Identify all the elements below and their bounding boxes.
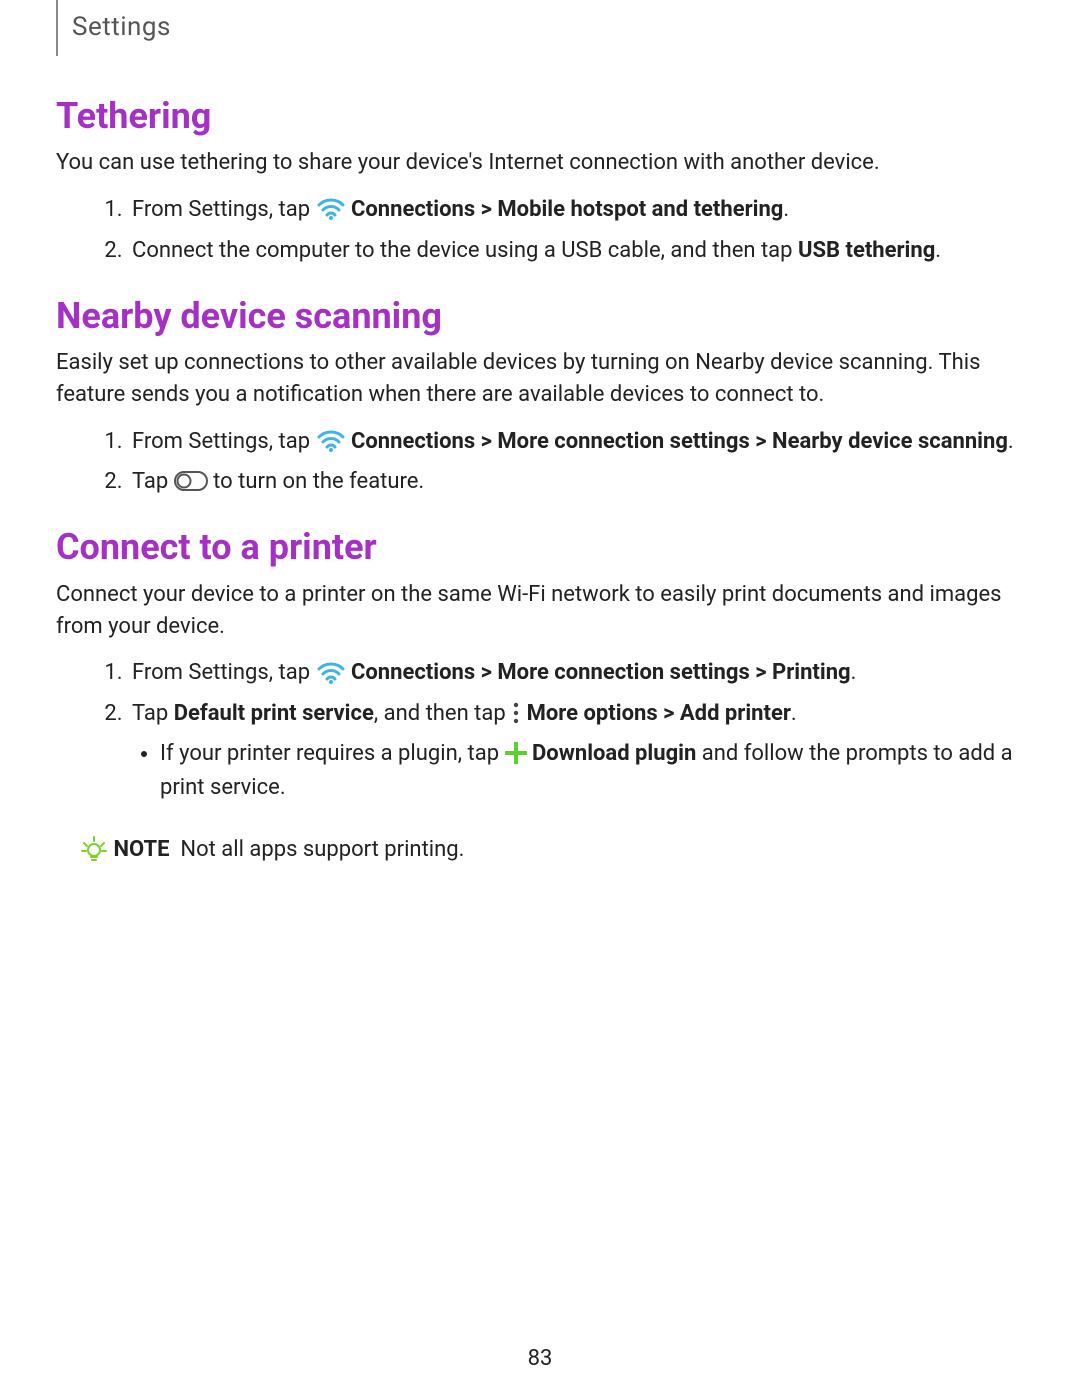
note-label: NOTE: [113, 837, 169, 862]
more-options-icon: [511, 697, 521, 731]
wifi-icon: [316, 193, 346, 227]
step-suffix: .: [851, 660, 857, 685]
section-title-nearby: Nearby device scanning: [56, 296, 1024, 337]
sub-bold: Download plugin: [532, 741, 696, 766]
step-suffix: to turn on the feature.: [213, 469, 424, 494]
list-item: From Settings, tap Connections > Mobile …: [128, 193, 1024, 227]
step-bold: More options > Add printer: [527, 701, 791, 726]
list-item: Tap Default print service, and then tap …: [128, 697, 1024, 806]
lightbulb-icon: [80, 834, 108, 867]
breadcrumb-bar: Settings: [56, 0, 1024, 56]
step-text: From Settings, tap: [132, 660, 316, 685]
toggle-off-icon: [174, 465, 208, 499]
step-suffix: .: [783, 197, 789, 222]
printer-steps: From Settings, tap Connections > More co…: [56, 656, 1024, 805]
step-suffix: .: [935, 238, 941, 263]
step-text: Tap: [132, 469, 174, 494]
page-number: 83: [0, 1346, 1080, 1371]
step-bold: Connections > Mobile hotspot and tetheri…: [351, 197, 783, 222]
nearby-steps: From Settings, tap Connections > More co…: [56, 425, 1024, 499]
sub-list: If your printer requires a plugin, tap D…: [132, 737, 1024, 805]
printer-intro: Connect your device to a printer on the …: [56, 579, 1024, 643]
step-text: Connect the computer to the device using…: [132, 238, 798, 263]
step-text: From Settings, tap: [132, 197, 316, 222]
tethering-intro: You can use tethering to share your devi…: [56, 147, 1024, 179]
list-item: From Settings, tap Connections > More co…: [128, 425, 1024, 459]
breadcrumb: Settings: [72, 12, 171, 42]
list-item: If your printer requires a plugin, tap D…: [160, 737, 1024, 805]
plus-icon: [505, 737, 527, 771]
section-title-printer: Connect to a printer: [56, 527, 1024, 568]
tethering-steps: From Settings, tap Connections > Mobile …: [56, 193, 1024, 267]
wifi-icon: [316, 657, 346, 691]
wifi-icon: [316, 425, 346, 459]
step-bold: Default print service: [174, 701, 374, 726]
step-bold: Connections > More connection settings >…: [351, 660, 851, 685]
sub-text: If your printer requires a plugin, tap: [160, 741, 505, 766]
list-item: Connect the computer to the device using…: [128, 234, 1024, 268]
step-text: Tap: [132, 701, 174, 726]
list-item: From Settings, tap Connections > More co…: [128, 656, 1024, 690]
note-row: NOTE Not all apps support printing.: [80, 833, 1024, 867]
step-bold: USB tethering: [798, 238, 935, 263]
step-mid: , and then tap: [374, 701, 511, 726]
note-text: Not all apps support printing.: [180, 837, 464, 862]
step-suffix: .: [1008, 429, 1014, 454]
nearby-intro: Easily set up connections to other avail…: [56, 347, 1024, 411]
list-item: Tap to turn on the feature.: [128, 465, 1024, 499]
step-bold: Connections > More connection settings >…: [351, 429, 1008, 454]
step-text: From Settings, tap: [132, 429, 316, 454]
section-title-tethering: Tethering: [56, 96, 1024, 137]
step-suffix: .: [791, 701, 797, 726]
